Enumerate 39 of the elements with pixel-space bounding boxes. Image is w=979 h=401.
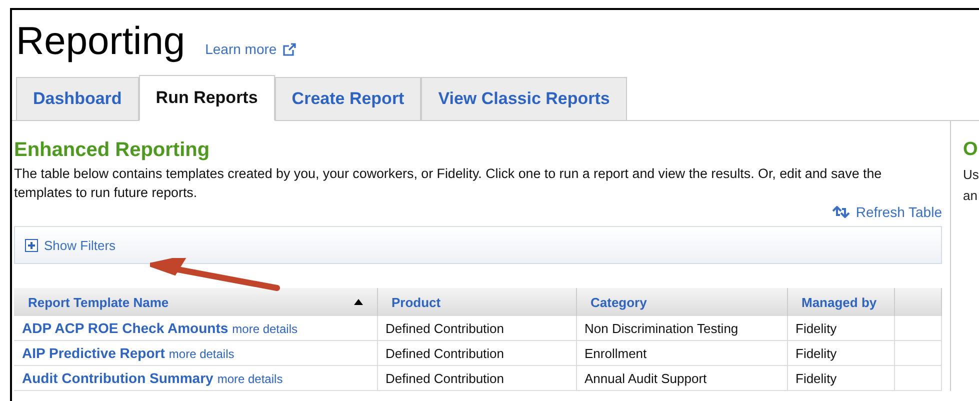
column-header[interactable]: Managed by [787,288,894,316]
table-cell: Annual Audit Support [576,366,787,390]
table-cell: Fidelity [787,316,894,340]
show-filters-link[interactable]: Show Filters [25,238,116,252]
table-cell: Defined Contribution [377,316,576,340]
table-cell: Non Discrimination Testing [576,316,787,340]
more-details-link[interactable]: more details [217,372,283,386]
table-cell [894,340,942,366]
tab[interactable]: Run Reports [138,75,275,121]
external-link-icon [282,42,296,56]
report-name-link[interactable]: ADP ACP ROE Check Amounts [22,320,228,336]
tab[interactable]: Dashboard [16,77,139,120]
report-name-link[interactable]: AIP Predictive Report [22,345,165,361]
section-description: The table below contains templates created by you, your coworkers, or Fidelity. Click one to run a report and view the results. Or, edit and save the templates to run future reports. [14,165,883,202]
table-cell: Defined Contribution [377,340,576,366]
table-cell [894,366,942,390]
table-cell: Enrollment [576,340,787,366]
plus-box-icon [25,238,38,252]
section-title: Enhanced Reporting [14,139,211,162]
table-cell: Defined Contribution [377,366,576,390]
column-header [894,288,942,316]
side-panel-text: an [963,188,978,203]
refresh-link[interactable]: Refresh Table [832,204,942,220]
refresh-icon [832,206,850,218]
column-header[interactable]: Report Template Name [14,288,377,316]
tab[interactable]: View Classic Reports [421,77,627,120]
more-details-link[interactable]: more details [232,322,298,336]
tab[interactable]: Create Report [274,77,422,120]
table-cell [894,316,942,340]
table-cell: Fidelity [787,366,894,390]
more-details-link[interactable]: more details [168,347,234,361]
page-title: Reporting [16,20,186,64]
column-header[interactable]: Product [377,288,576,316]
learn-more-link[interactable]: Learn more [205,41,296,57]
side-panel-title: O [963,139,979,161]
column-header[interactable]: Category [576,288,787,316]
table-cell: Fidelity [787,340,894,366]
side-panel-text: Us [963,167,979,182]
report-name-link[interactable]: Audit Contribution Summary [22,370,214,386]
